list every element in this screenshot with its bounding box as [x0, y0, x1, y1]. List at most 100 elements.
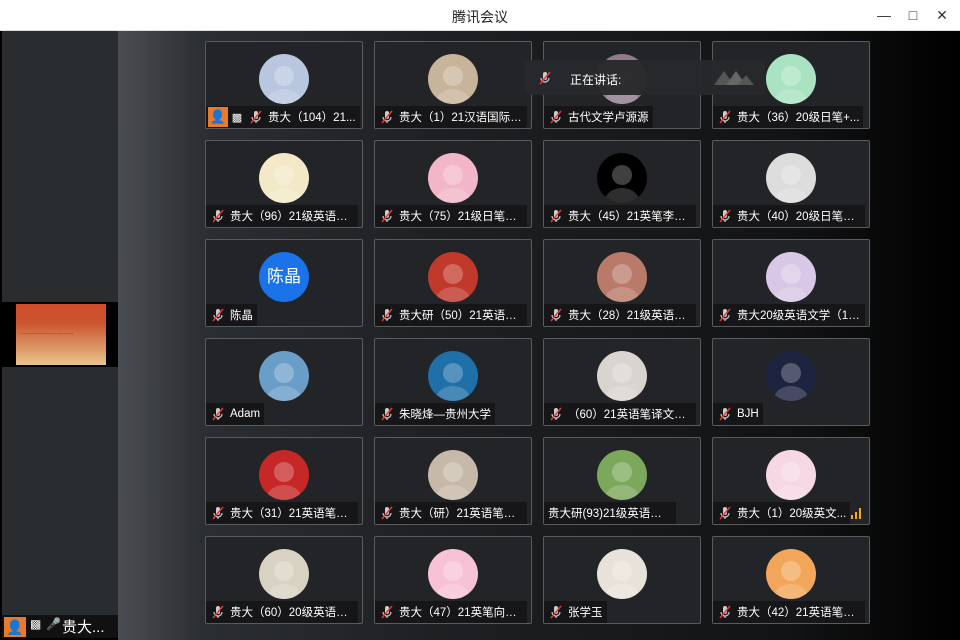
mic-muted-icon	[210, 406, 226, 422]
mic-muted-icon	[379, 604, 395, 620]
avatar-image	[267, 66, 301, 104]
participant-tile[interactable]: 贵大（1）20级英文...	[712, 437, 870, 525]
mic-muted-icon[interactable]: 🎤	[46, 617, 61, 631]
avatar-image	[436, 165, 470, 203]
participant-tile[interactable]: 贵大研(93)21级英语语言文...	[543, 437, 701, 525]
participant-tile[interactable]: 贵大（45）21英笔李世婷	[543, 140, 701, 228]
participant-avatar	[259, 54, 309, 104]
participant-name-bar: 贵大研(93)21级英语语言文...	[544, 502, 676, 524]
participant-avatar	[597, 450, 647, 500]
participant-name: 贵大（42）21英语笔译...	[737, 607, 865, 619]
participant-name-bar: （60）21英语笔译文琳钧	[544, 403, 696, 425]
participant-name: 朱晓烽—贵州大学	[399, 409, 491, 421]
minimize-icon[interactable]: —	[875, 6, 893, 24]
screen-share-icon: ▩	[30, 617, 42, 631]
participant-name: 贵大（28）21级英语笔...	[568, 310, 696, 322]
participant-tile[interactable]: 贵大（31）21英语笔译...	[205, 437, 363, 525]
participant-tile[interactable]: 朱晓烽—贵州大学	[374, 338, 532, 426]
avatar-image	[605, 165, 639, 203]
avatar-image	[267, 462, 301, 500]
avatar-image	[436, 66, 470, 104]
participant-tile[interactable]: BJH	[712, 338, 870, 426]
participant-name-bar: 贵大（31）21英语笔译...	[206, 502, 358, 524]
avatar-image	[774, 363, 808, 401]
participant-tile[interactable]: 陈晶 陈晶	[205, 239, 363, 327]
mic-muted-icon	[717, 109, 733, 125]
avatar-image	[436, 363, 470, 401]
speaking-label: 正在讲话:	[570, 73, 622, 87]
participant-tile[interactable]: （60）21英语笔译文琳钧	[543, 338, 701, 426]
participant-name-bar: 贵大（36）20级日笔+...	[713, 106, 864, 128]
participant-name: Adam	[230, 408, 261, 420]
host-icon: 👤	[208, 107, 228, 127]
participant-name-bar: 贵大（28）21级英语笔...	[544, 304, 696, 326]
participant-tile[interactable]: 贵大（42）21英语笔译...	[712, 536, 870, 624]
shared-slide-preview: ................................	[16, 304, 106, 365]
mic-muted-icon	[548, 307, 564, 323]
participant-tile[interactable]: 贵大（96）21级英语语言文...	[205, 140, 363, 228]
participant-avatar	[597, 153, 647, 203]
avatar-initials: 陈晶	[267, 267, 301, 286]
participant-name-bar: BJH	[713, 403, 763, 425]
participant-tile[interactable]: 贵大（1）21汉语国际教...	[374, 41, 532, 129]
avatar-image	[774, 561, 808, 599]
participant-tile[interactable]: 贵大（研）21英语笔译...	[374, 437, 532, 525]
participant-name: 贵大研（50）21英语笔...	[399, 310, 527, 322]
participant-name: 贵大（47）21英笔向江洪	[399, 607, 527, 619]
avatar-image	[267, 561, 301, 599]
mic-muted-icon	[717, 307, 733, 323]
participant-name: 贵大（31）21英语笔译...	[230, 508, 358, 520]
screen-share-icon: ▩	[231, 111, 243, 124]
maximize-icon[interactable]: □	[904, 6, 922, 24]
participant-name-bar: Adam	[206, 403, 265, 425]
mic-muted-icon	[210, 307, 226, 323]
participant-tile[interactable]: 贵大（40）20级日笔郭...	[712, 140, 870, 228]
mic-muted-icon	[539, 71, 551, 85]
participant-name-bar: 张学玉	[544, 601, 607, 623]
participant-name: 古代文学卢源源	[568, 112, 649, 124]
mic-muted-icon	[210, 604, 226, 620]
mic-muted-icon	[210, 208, 226, 224]
window-title: 腾讯会议	[452, 9, 508, 25]
participant-name-bar: 贵大（1）21汉语国际教...	[375, 106, 527, 128]
mic-muted-icon	[379, 307, 395, 323]
mic-muted-icon	[548, 109, 564, 125]
participant-avatar	[259, 153, 309, 203]
participant-tile[interactable]: 贵大研（50）21英语笔...	[374, 239, 532, 327]
mic-muted-icon	[717, 406, 733, 422]
participant-tile[interactable]: Adam	[205, 338, 363, 426]
participant-tile[interactable]: 贵大（28）21级英语笔...	[543, 239, 701, 327]
participant-tile[interactable]: 👤 ▩ 贵大（104）21...	[205, 41, 363, 129]
mic-muted-icon	[548, 604, 564, 620]
participant-tile[interactable]: 贵大（60）20级英语笔...	[205, 536, 363, 624]
participant-tile[interactable]: 张学玉	[543, 536, 701, 624]
participant-name: 张学玉	[568, 607, 603, 619]
close-icon[interactable]: ✕	[933, 6, 951, 24]
avatar-image	[774, 66, 808, 104]
mic-muted-icon	[379, 505, 395, 521]
participant-name: 贵大（45）21英笔李世婷	[568, 211, 696, 223]
participant-tile[interactable]: 贵大20级英语文学（10...	[712, 239, 870, 327]
avatar-image	[774, 462, 808, 500]
participant-name: BJH	[737, 408, 759, 420]
participant-avatar	[766, 252, 816, 302]
avatar-image	[436, 561, 470, 599]
participant-avatar	[766, 549, 816, 599]
self-video-bar[interactable]: 👤 ▩ 🎤 贵大...	[2, 615, 118, 638]
participant-name: 陈晶	[230, 310, 253, 322]
shared-screen-thumbnail[interactable]: ................................	[2, 302, 118, 367]
avatar-image	[267, 165, 301, 203]
participant-name: 贵大20级英语文学（10...	[737, 310, 865, 322]
participant-tile[interactable]: 贵大（75）21级日笔肖红	[374, 140, 532, 228]
participant-name-bar: 贵大（96）21级英语语言文...	[206, 205, 358, 227]
mic-muted-icon	[379, 109, 395, 125]
avatar-image	[774, 264, 808, 302]
participant-name-bar: 贵大（40）20级日笔郭...	[713, 205, 865, 227]
video-grid: 👤 ▩ 贵大（104）21... 贵大（1）21汉语国际教... 古代文学卢源源 贵大（3…	[118, 31, 960, 640]
avatar-image	[605, 462, 639, 500]
participant-name: 贵大（104）21...	[268, 112, 356, 124]
participant-avatar	[766, 351, 816, 401]
participant-name: 贵大（40）20级日笔郭...	[737, 211, 865, 223]
participant-name-bar: 贵大（42）21英语笔译...	[713, 601, 865, 623]
participant-tile[interactable]: 贵大（47）21英笔向江洪	[374, 536, 532, 624]
